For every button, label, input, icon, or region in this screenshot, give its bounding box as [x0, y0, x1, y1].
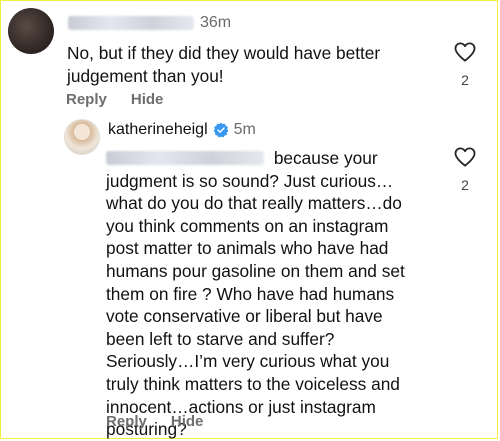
comment-header: katherineheigl 5m	[108, 121, 256, 139]
heart-outline-icon[interactable]	[454, 42, 476, 62]
reply-button[interactable]: Reply	[106, 413, 147, 430]
hide-button[interactable]: Hide	[131, 91, 164, 108]
comment-line: you think comments on an instagram	[106, 215, 389, 236]
like-count: 2	[461, 177, 469, 193]
avatar[interactable]	[8, 8, 54, 54]
blurred-mention	[106, 151, 264, 165]
heart-outline-icon[interactable]	[454, 147, 476, 167]
verified-badge-icon	[213, 122, 228, 138]
comment-line: truly think matters to the voiceless and	[106, 373, 400, 394]
comment-timestamp: 5m	[233, 121, 256, 138]
avatar[interactable]	[64, 119, 100, 155]
comment-text: No, but if they did they would have bett…	[67, 42, 427, 87]
comment-text: because your judgment is so sound? Just …	[106, 147, 436, 441]
blurred-username	[68, 16, 194, 30]
comment-timestamp: 36m	[200, 14, 232, 31]
comment-line: Seriously…I’m very curious what you	[106, 351, 390, 372]
comment-line: post matter to animals who have had	[106, 238, 389, 259]
comment-header: 36m	[68, 14, 231, 32]
comment-actions: Reply Hide	[66, 91, 163, 108]
comment-line: judgement than you!	[67, 65, 224, 86]
like-column: 2	[454, 147, 476, 193]
comment-line: been left to starve and suffer?	[106, 328, 335, 349]
comment-line: vote conservative or liberal but have	[106, 306, 383, 327]
comment-line: them on fire ? Who have had humans	[106, 283, 395, 304]
comment-line: because your	[273, 148, 378, 168]
reply-button[interactable]: Reply	[66, 91, 107, 108]
comment-line: judgment is so sound? Just curious…	[106, 170, 394, 191]
like-count: 2	[461, 72, 469, 88]
like-column: 2	[454, 42, 476, 88]
comment-actions: Reply Hide	[106, 413, 203, 430]
comment-line: what do you do that really matters…do	[106, 193, 402, 214]
hide-button[interactable]: Hide	[171, 413, 204, 430]
comment-first-line: because your	[106, 147, 436, 170]
comment-line: No, but if they did they would have bett…	[67, 43, 381, 63]
comment-line: humans pour gasoline on them and set	[106, 260, 405, 281]
username[interactable]: katherineheigl	[108, 121, 208, 139]
